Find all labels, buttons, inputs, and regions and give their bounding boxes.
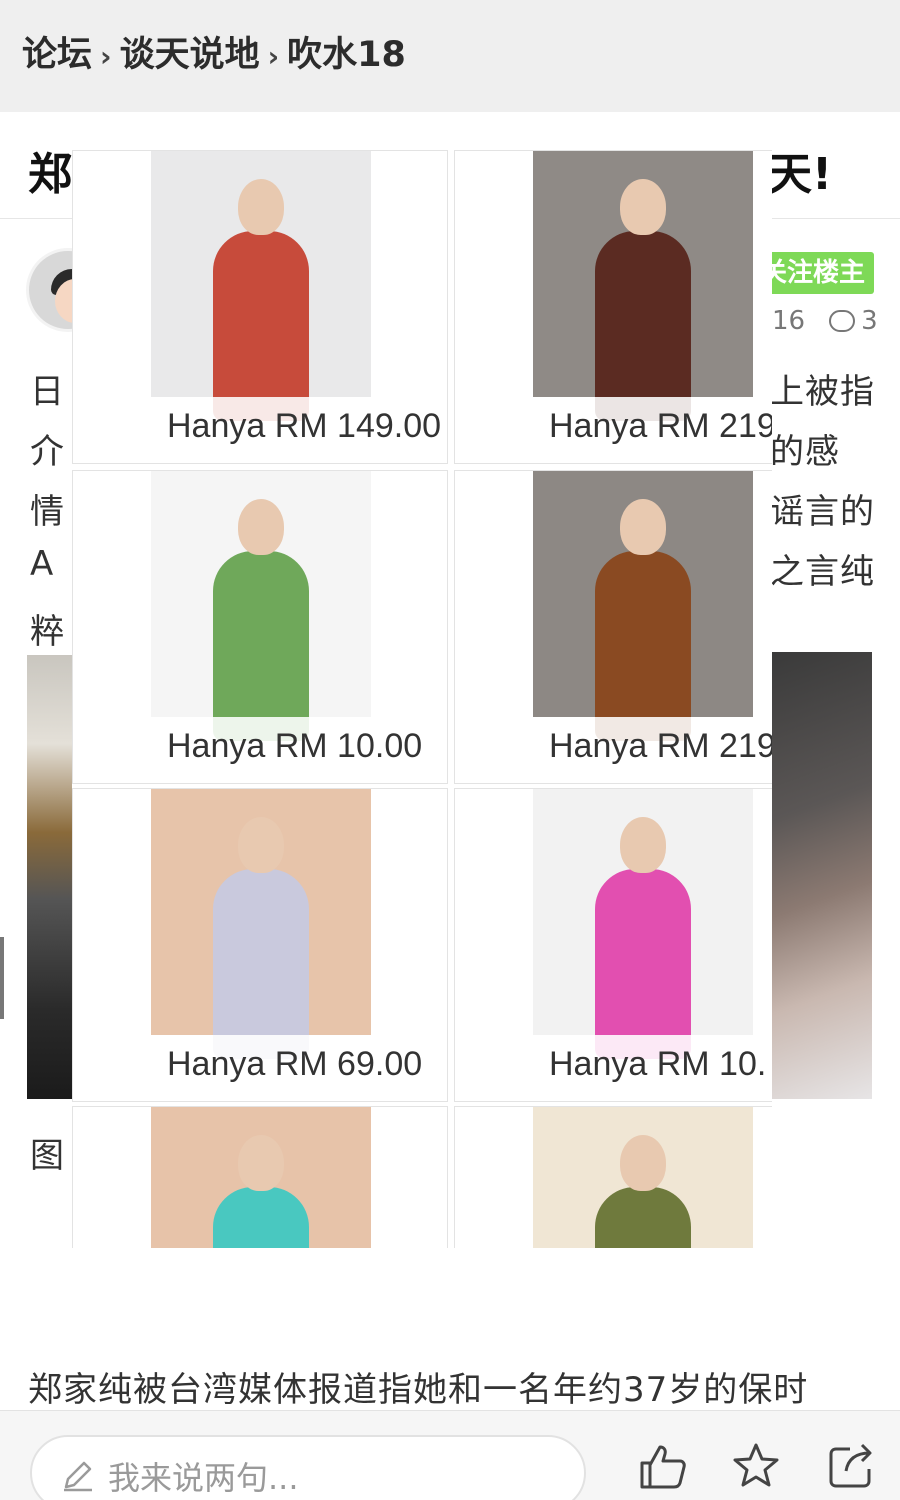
pencil-icon <box>64 1461 92 1492</box>
body-text-left: 情 <box>30 492 65 532</box>
body-text-left: 粹 <box>30 612 65 652</box>
body-text-left: 日 <box>30 372 65 412</box>
product-photo[interactable] <box>151 789 371 1059</box>
scroll-indicator <box>0 937 4 1019</box>
model-head <box>620 499 666 555</box>
reply-input[interactable]: 我来说两句... <box>30 1435 586 1500</box>
share-icon[interactable] <box>826 1441 876 1491</box>
breadcrumb-forum[interactable]: 论坛 <box>22 35 92 75</box>
star-icon[interactable] <box>731 1441 781 1491</box>
product-photo[interactable] <box>151 151 371 421</box>
product-card[interactable]: Hanya RM 10.00 <box>72 470 448 784</box>
reply-placeholder: 我来说两句... <box>108 1459 299 1497</box>
bottom-action-bar: 我来说两句... <box>0 1410 900 1500</box>
product-price: Hanya RM 10. <box>533 1035 772 1093</box>
product-photo[interactable] <box>151 1107 371 1248</box>
product-photo[interactable] <box>151 471 371 741</box>
model-outfit <box>213 551 309 741</box>
image-caption: 图 <box>30 1136 65 1176</box>
top-bar: 论坛 › 谈天说地 › 吹水18 <box>0 0 900 112</box>
body-text-left: 介 <box>30 432 65 472</box>
product-photo[interactable] <box>533 471 753 741</box>
post-stats: 16 3 <box>772 306 878 336</box>
model-outfit <box>595 551 691 741</box>
product-photo[interactable] <box>533 789 753 1059</box>
model-head <box>238 179 284 235</box>
model-head <box>238 817 284 873</box>
product-card[interactable]: Hanya RM 219. <box>454 150 772 464</box>
model-outfit <box>213 869 309 1059</box>
breadcrumb-separator: › <box>100 40 112 73</box>
product-price: Hanya RM 69.00 <box>151 1035 447 1093</box>
product-price: Hanya RM 219. <box>533 397 772 455</box>
model-outfit <box>595 231 691 421</box>
product-photo[interactable] <box>533 1107 753 1248</box>
product-card[interactable]: Hanya RM 149.00 <box>72 150 448 464</box>
breadcrumb-board[interactable]: 吹水18 <box>287 35 406 75</box>
comment-icon[interactable] <box>829 310 856 332</box>
product-ad-overlay: Hanya RM 149.00 Hanya RM 219. Hanya RM 1… <box>72 150 772 1248</box>
model-head <box>620 1135 666 1191</box>
thumbs-up-icon[interactable] <box>638 1441 688 1491</box>
post-image[interactable] <box>770 652 872 1099</box>
body-text-right: 谣言的 <box>770 492 875 532</box>
post-title-right: 天! <box>768 149 833 200</box>
body-text-right: 之言纯 <box>770 552 875 592</box>
body-text-left: A <box>30 544 55 584</box>
body-text-right: 的感 <box>770 432 840 472</box>
product-price: Hanya RM 219. <box>533 717 772 775</box>
model-outfit <box>213 231 309 421</box>
post-title-left: 郑 <box>28 149 72 200</box>
product-card[interactable]: Hanya RM 219. <box>454 470 772 784</box>
product-card[interactable]: Hanya RM 10. <box>454 788 772 1102</box>
breadcrumb-chat[interactable]: 谈天说地 <box>120 35 260 75</box>
product-card[interactable] <box>454 1106 772 1248</box>
view-count: 16 <box>772 306 806 336</box>
breadcrumb-separator: › <box>267 40 280 73</box>
model-outfit <box>213 1187 309 1248</box>
post-body-text: 郑家纯被台湾媒体报道指她和一名年约37岁的保时 <box>28 1370 809 1410</box>
model-outfit <box>595 1187 691 1248</box>
comment-count: 3 <box>861 306 878 336</box>
product-card[interactable] <box>72 1106 448 1248</box>
product-card[interactable]: Hanya RM 69.00 <box>72 788 448 1102</box>
post-title: 郑 <box>28 138 72 202</box>
model-outfit <box>595 869 691 1059</box>
product-photo[interactable] <box>533 151 753 421</box>
product-price: Hanya RM 149.00 <box>151 397 447 455</box>
model-head <box>620 817 666 873</box>
model-head <box>238 499 284 555</box>
model-head <box>620 179 666 235</box>
model-head <box>238 1135 284 1191</box>
breadcrumb: 论坛 › 谈天说地 › 吹水18 <box>22 26 406 77</box>
body-text-right: 上被指 <box>770 372 875 412</box>
product-price: Hanya RM 10.00 <box>151 717 447 775</box>
